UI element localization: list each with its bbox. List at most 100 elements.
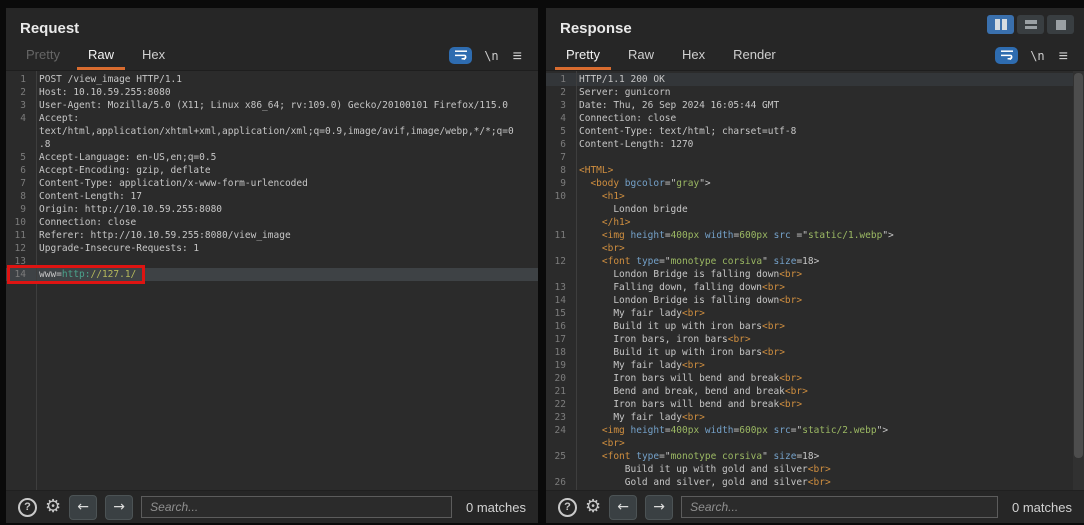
- code-line: 5Accept-Language: en-US,en;q=0.5: [6, 151, 538, 164]
- word-wrap-toggle-button[interactable]: [449, 47, 472, 64]
- line-number: 20: [546, 372, 572, 385]
- code-text: Build it up with iron bars<br>: [572, 346, 785, 359]
- code-text: Bend and break, bend and break<br>: [572, 385, 808, 398]
- next-match-button[interactable]: →: [105, 495, 133, 520]
- code-line: .8: [6, 138, 538, 151]
- request-search-bar: ? ⚙ ← → 0 matches: [6, 490, 538, 523]
- line-number: [546, 463, 572, 476]
- settings-gear-icon[interactable]: ⚙: [585, 498, 601, 516]
- show-newlines-toggle[interactable]: \n: [1030, 49, 1044, 63]
- editor-menu-button[interactable]: ≡: [513, 50, 522, 64]
- code-line: 22 Iron bars will bend and break<br>: [546, 398, 1084, 411]
- scrollbar-thumb[interactable]: [1074, 73, 1083, 458]
- response-search-input[interactable]: [681, 496, 998, 518]
- word-wrap-toggle-button[interactable]: [995, 47, 1018, 64]
- split-rows-layout-icon[interactable]: [1017, 15, 1044, 34]
- next-match-button[interactable]: →: [645, 495, 673, 520]
- code-text: Falling down, falling down<br>: [572, 281, 785, 294]
- code-line: 15 My fair lady<br>: [546, 307, 1084, 320]
- response-panel: Response PrettyRawHexRender \n ≡ 1HTTP/1…: [546, 8, 1084, 523]
- line-number: 8: [546, 164, 572, 177]
- request-match-count: 0 matches: [466, 500, 526, 515]
- code-text: Host: 10.10.59.255:8080: [32, 86, 171, 99]
- show-newlines-toggle[interactable]: \n: [484, 49, 498, 63]
- line-number: 21: [546, 385, 572, 398]
- line-number: 15: [546, 307, 572, 320]
- tab-raw[interactable]: Raw: [614, 41, 668, 70]
- response-tabs: PrettyRawHexRender \n ≡: [546, 42, 1084, 70]
- line-number: 13: [546, 281, 572, 294]
- code-text: Build it up with gold and silver<br>: [572, 489, 831, 490]
- line-number: 3: [546, 99, 572, 112]
- code-line: 14www=http://127.1/: [6, 268, 538, 281]
- tab-raw[interactable]: Raw: [74, 41, 128, 70]
- response-scrollbar[interactable]: [1073, 71, 1084, 490]
- code-text: Referer: http://10.10.59.255:8080/view_i…: [32, 229, 291, 242]
- word-wrap-icon: [1000, 47, 1014, 65]
- request-search-input[interactable]: [141, 496, 452, 518]
- code-line: 3Date: Thu, 26 Sep 2024 16:05:44 GMT: [546, 99, 1084, 112]
- single-view-layout-icon[interactable]: [1047, 15, 1074, 34]
- code-text: Build it up with gold and silver<br>: [572, 463, 831, 476]
- tab-pretty[interactable]: Pretty: [552, 41, 614, 70]
- code-line: 12 <font type="monotype corsiva" size=18…: [546, 255, 1084, 268]
- code-text: POST /view_image HTTP/1.1: [32, 73, 182, 86]
- help-icon[interactable]: ?: [18, 498, 37, 517]
- code-line: 9Origin: http://10.10.59.255:8080: [6, 203, 538, 216]
- line-number: [6, 138, 32, 151]
- line-number: 14: [546, 294, 572, 307]
- code-line: 23 My fair lady<br>: [546, 411, 1084, 424]
- line-number: 5: [6, 151, 32, 164]
- response-editor[interactable]: 1HTTP/1.1 200 OK2Server: gunicorn3Date: …: [546, 70, 1084, 490]
- tab-hex[interactable]: Hex: [128, 41, 179, 70]
- code-text: <h1>: [572, 190, 625, 203]
- code-text: <br>: [572, 242, 625, 255]
- code-line: London Bridge is falling down<br>: [546, 268, 1084, 281]
- code-text: .8: [32, 138, 50, 151]
- previous-match-button[interactable]: ←: [69, 495, 97, 520]
- code-text: text/html,application/xhtml+xml,applicat…: [32, 125, 514, 138]
- code-text: <body bgcolor="gray">: [572, 177, 711, 190]
- help-icon[interactable]: ?: [558, 498, 577, 517]
- code-text: Origin: http://10.10.59.255:8080: [32, 203, 222, 216]
- line-number: 11: [546, 229, 572, 242]
- code-text: Connection: close: [32, 216, 136, 229]
- code-text: Content-Length: 17: [32, 190, 142, 203]
- line-number: [546, 216, 572, 229]
- line-number: 25: [546, 450, 572, 463]
- tab-hex[interactable]: Hex: [668, 41, 719, 70]
- request-tabs: PrettyRawHex \n ≡: [6, 42, 538, 70]
- code-line: 24 <img height=400px width=600px src="st…: [546, 424, 1084, 437]
- line-number: 17: [546, 333, 572, 346]
- code-line: 14 London Bridge is falling down<br>: [546, 294, 1084, 307]
- code-line: 11 <img height=400px width=600px src ="s…: [546, 229, 1084, 242]
- layout-switcher: [987, 15, 1074, 34]
- tab-pretty[interactable]: Pretty: [12, 41, 74, 70]
- code-text: Iron bars, iron bars<br>: [572, 333, 751, 346]
- code-line: 26 Gold and silver, gold and silver<br>: [546, 476, 1084, 489]
- code-text: Connection: close: [572, 112, 676, 125]
- previous-match-button[interactable]: ←: [609, 495, 637, 520]
- line-number: 10: [546, 190, 572, 203]
- code-text: Build it up with iron bars<br>: [572, 320, 785, 333]
- line-number: 6: [6, 164, 32, 177]
- code-text: My fair lady<br>: [572, 411, 705, 424]
- line-number: [546, 437, 572, 450]
- split-columns-layout-icon[interactable]: [987, 15, 1014, 34]
- code-text: <img height=400px width=600px src ="stat…: [572, 229, 894, 242]
- code-line: 7: [546, 151, 1084, 164]
- code-text: Server: gunicorn: [572, 86, 671, 99]
- request-editor[interactable]: 1POST /view_image HTTP/1.12Host: 10.10.5…: [6, 70, 538, 490]
- line-number: 12: [6, 242, 32, 255]
- code-text: My fair lady<br>: [572, 359, 705, 372]
- code-line: 8Content-Length: 17: [6, 190, 538, 203]
- code-line: 25 <font type="monotype corsiva" size=18…: [546, 450, 1084, 463]
- code-line: 11Referer: http://10.10.59.255:8080/view…: [6, 229, 538, 242]
- tab-render[interactable]: Render: [719, 41, 790, 70]
- code-line: 17 Iron bars, iron bars<br>: [546, 333, 1084, 346]
- code-line: 2Server: gunicorn: [546, 86, 1084, 99]
- settings-gear-icon[interactable]: ⚙: [45, 498, 61, 516]
- code-line: 16 Build it up with iron bars<br>: [546, 320, 1084, 333]
- code-text: </h1>: [572, 216, 631, 229]
- editor-menu-button[interactable]: ≡: [1059, 50, 1068, 64]
